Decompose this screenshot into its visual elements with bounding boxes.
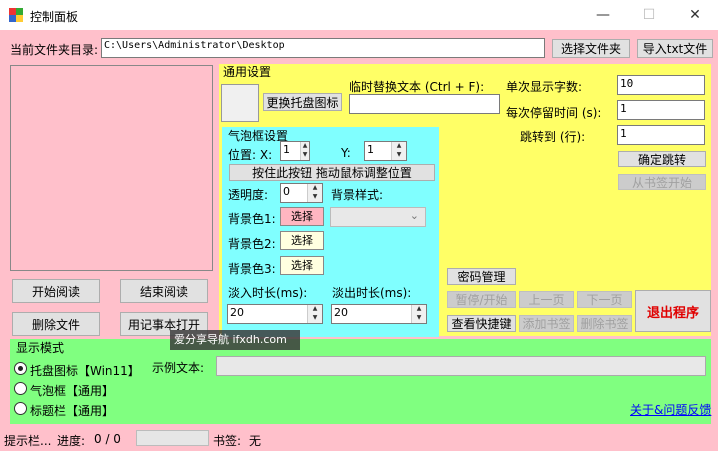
- radio-bubble-label: 气泡框【通用】: [30, 384, 115, 398]
- drag-position-button[interactable]: 按住此按钮 拖动鼠标调整位置: [229, 164, 435, 181]
- fade-out-label: 淡出时长(ms):: [332, 286, 412, 300]
- close-button[interactable]: ✕: [672, 0, 718, 30]
- radio-tray-icon-label: 托盘图标【Win11】: [30, 364, 140, 378]
- progress-value: 0 / 0: [94, 432, 121, 446]
- choose-folder-button[interactable]: 选择文件夹: [552, 39, 630, 58]
- change-tray-icon-button[interactable]: 更换托盘图标: [263, 93, 342, 111]
- bg2-choose-button[interactable]: 选择: [280, 231, 324, 250]
- exit-button[interactable]: 退出程序: [635, 290, 711, 332]
- pos-y-value: 1: [367, 143, 374, 156]
- confirm-jump-button[interactable]: 确定跳转: [618, 151, 706, 167]
- sample-text-label: 示例文本:: [152, 361, 205, 375]
- temp-replace-input[interactable]: [349, 94, 500, 114]
- status-hint: 提示栏...: [4, 434, 52, 448]
- view-shortcuts-button[interactable]: 查看快捷键: [447, 315, 516, 332]
- bg3-choose-button[interactable]: 选择: [280, 256, 324, 275]
- dir-label: 当前文件夹目录:: [10, 43, 99, 57]
- fade-in-label: 淡入时长(ms):: [228, 286, 308, 300]
- control-panel-window: 控制面板 — ☐ ✕ 当前文件夹目录: C:\Users\Administrat…: [0, 0, 718, 451]
- delete-file-button[interactable]: 删除文件: [12, 312, 100, 336]
- pos-x-label: 位置: X:: [228, 148, 273, 162]
- radio-bubble[interactable]: [14, 382, 27, 395]
- dir-input[interactable]: C:\Users\Administrator\Desktop: [101, 38, 545, 58]
- maximize-button[interactable]: ☐: [626, 0, 672, 30]
- opacity-spinner[interactable]: 0 ▲ ▼: [280, 183, 323, 203]
- minimize-button[interactable]: —: [580, 0, 626, 30]
- from-bookmark-button[interactable]: 从书签开始: [618, 174, 706, 190]
- jump-label: 跳转到 (行):: [520, 130, 586, 144]
- watermark: 爱分享导航 ifxdh.com: [170, 330, 300, 350]
- spin-down-icon[interactable]: ▼: [308, 314, 322, 323]
- spin-up-icon[interactable]: ▲: [308, 305, 322, 314]
- window-title: 控制面板: [30, 10, 79, 24]
- password-mgmt-button[interactable]: 密码管理: [447, 268, 516, 285]
- spin-up-icon[interactable]: ▲: [412, 305, 426, 314]
- single-display-label: 单次显示字数:: [506, 80, 583, 94]
- temp-replace-label: 临时替换文本 (Ctrl + F):: [349, 80, 485, 94]
- radio-titlebar[interactable]: [14, 402, 27, 415]
- fade-in-spinner[interactable]: 20 ▲ ▼: [227, 304, 323, 324]
- fade-in-value: 20: [230, 306, 244, 319]
- next-page-button[interactable]: 下一页: [577, 291, 632, 308]
- delete-bookmark-button[interactable]: 删除书签: [577, 315, 632, 332]
- app-icon: [9, 8, 23, 22]
- spin-down-icon[interactable]: ▼: [308, 193, 322, 202]
- opacity-label: 透明度:: [228, 188, 269, 202]
- fade-out-spinner[interactable]: 20 ▲ ▼: [331, 304, 427, 324]
- spin-up-icon[interactable]: ▲: [301, 142, 309, 151]
- sample-text-input[interactable]: [216, 356, 706, 376]
- progress-bar: [136, 430, 209, 446]
- bg1-choose-button[interactable]: 选择: [280, 207, 324, 226]
- bg-style-label: 背景样式:: [331, 188, 384, 202]
- bg1-label: 背景色1:: [228, 212, 276, 226]
- tray-icon-preview: [221, 84, 259, 122]
- add-bookmark-button[interactable]: 添加书签: [519, 315, 574, 332]
- bookmark-label: 书签:: [213, 434, 242, 448]
- prev-page-button[interactable]: 上一页: [519, 291, 574, 308]
- bg3-label: 背景色3:: [228, 262, 276, 276]
- display-mode-panel: [10, 339, 711, 424]
- bookmark-value: 无: [249, 434, 262, 448]
- end-read-button[interactable]: 结束阅读: [120, 279, 208, 303]
- spin-down-icon[interactable]: ▼: [392, 151, 406, 160]
- start-read-button[interactable]: 开始阅读: [12, 279, 100, 303]
- pause-start-button[interactable]: 暂停/开始: [447, 291, 516, 308]
- spin-up-icon[interactable]: ▲: [392, 142, 406, 151]
- bg-style-select[interactable]: ⌄: [330, 207, 426, 227]
- dwell-input[interactable]: 1: [617, 100, 705, 120]
- spin-up-icon[interactable]: ▲: [308, 184, 322, 193]
- spin-down-icon[interactable]: ▼: [301, 151, 309, 160]
- single-display-input[interactable]: 10: [617, 75, 705, 95]
- progress-label: 进度:: [57, 434, 86, 448]
- fade-out-value: 20: [334, 306, 348, 319]
- pos-y-spinner[interactable]: 1 ▲ ▼: [364, 141, 407, 161]
- opacity-value: 0: [283, 185, 290, 198]
- about-feedback-link[interactable]: 关于&问题反馈: [630, 401, 711, 418]
- title-bar: 控制面板 — ☐ ✕: [0, 0, 718, 30]
- radio-tray-icon[interactable]: [14, 362, 27, 375]
- spin-down-icon[interactable]: ▼: [412, 314, 426, 323]
- bg2-label: 背景色2:: [228, 237, 276, 251]
- display-mode-title: 显示模式: [16, 341, 65, 355]
- bubble-settings-title: 气泡框设置: [228, 129, 289, 143]
- pos-x-spinner[interactable]: 1 ▲ ▼: [280, 141, 310, 161]
- import-txt-button[interactable]: 导入txt文件: [637, 39, 713, 58]
- file-list[interactable]: [10, 65, 213, 271]
- pos-y-label: Y:: [341, 146, 351, 160]
- chevron-down-icon: ⌄: [409, 209, 419, 222]
- radio-titlebar-label: 标题栏【通用】: [30, 404, 115, 418]
- pos-x-value: 1: [283, 143, 290, 156]
- dwell-label: 每次停留时间 (s):: [506, 106, 602, 120]
- general-settings-title: 通用设置: [223, 65, 272, 79]
- jump-input[interactable]: 1: [617, 125, 705, 145]
